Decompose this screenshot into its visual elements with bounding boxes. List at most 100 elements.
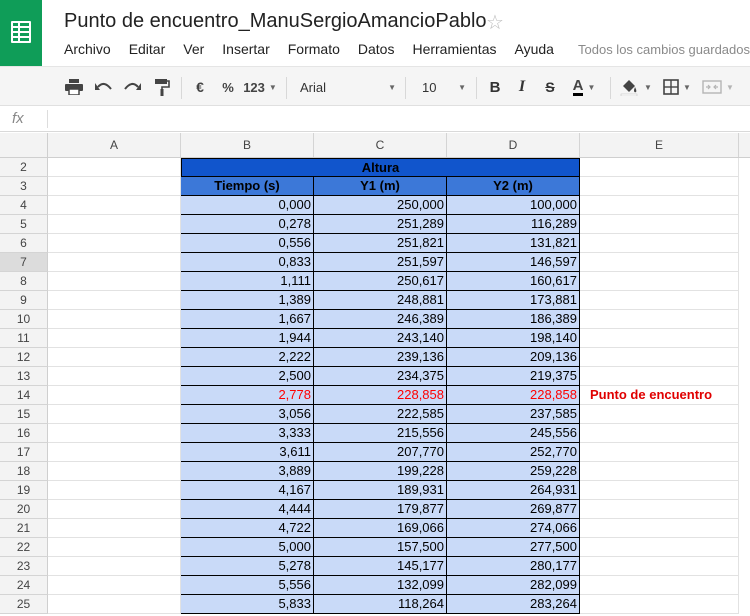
table-cell[interactable]: 132,099 (314, 576, 447, 595)
table-cell[interactable]: 3,611 (181, 443, 314, 462)
menu-formato[interactable]: Formato (288, 41, 340, 59)
print-icon[interactable] (62, 75, 86, 99)
column-title[interactable]: Y1 (m) (314, 177, 447, 196)
row-header[interactable]: 18 (0, 462, 48, 481)
cell-a25[interactable] (48, 595, 181, 614)
bold-button[interactable]: B (485, 75, 505, 99)
font-size-select[interactable]: 10 ▼ (422, 75, 466, 99)
save-status[interactable]: Todos los cambios guardados (578, 42, 750, 57)
row-header[interactable]: 7 (0, 253, 48, 272)
table-cell[interactable]: 3,056 (181, 405, 314, 424)
table-cell[interactable]: 0,556 (181, 234, 314, 253)
column-title[interactable]: Y2 (m) (447, 177, 580, 196)
table-cell[interactable]: 228,858 (447, 386, 580, 405)
table-cell[interactable]: 277,500 (447, 538, 580, 557)
table-cell[interactable]: 239,136 (314, 348, 447, 367)
cell-e10[interactable] (580, 310, 739, 329)
font-family-select[interactable]: Arial ▼ (300, 75, 396, 99)
cell-e15[interactable] (580, 405, 739, 424)
table-cell[interactable]: 169,066 (314, 519, 447, 538)
table-cell[interactable]: 246,389 (314, 310, 447, 329)
cell-e24[interactable] (580, 576, 739, 595)
merge-cells-button[interactable]: ▼ (698, 75, 738, 99)
cell-e20[interactable] (580, 500, 739, 519)
table-cell[interactable]: 259,228 (447, 462, 580, 481)
table-cell[interactable]: 1,944 (181, 329, 314, 348)
cell-a21[interactable] (48, 519, 181, 538)
row-header[interactable]: 2 (0, 158, 48, 177)
row-header[interactable]: 13 (0, 367, 48, 386)
table-cell[interactable]: 3,889 (181, 462, 314, 481)
cell-e13[interactable] (580, 367, 739, 386)
cell-a5[interactable] (48, 215, 181, 234)
row-header[interactable]: 6 (0, 234, 48, 253)
column-title[interactable]: Tiempo (s) (181, 177, 314, 196)
table-cell[interactable]: 219,375 (447, 367, 580, 386)
menu-herramientas[interactable]: Herramientas (412, 41, 496, 59)
cell-a18[interactable] (48, 462, 181, 481)
cell-a3[interactable] (48, 177, 181, 196)
table-cell[interactable]: 222,585 (314, 405, 447, 424)
more-formats-button[interactable]: 123 ▼ (243, 75, 277, 99)
table-cell[interactable]: 282,099 (447, 576, 580, 595)
row-header[interactable]: 12 (0, 348, 48, 367)
row-header[interactable]: 23 (0, 557, 48, 576)
row-header[interactable]: 3 (0, 177, 48, 196)
table-cell[interactable]: 145,177 (314, 557, 447, 576)
document-title[interactable]: Punto de encuentro_ManuSergioAmancioPabl… (64, 10, 487, 33)
row-header[interactable]: 24 (0, 576, 48, 595)
table-cell[interactable]: 250,617 (314, 272, 447, 291)
table-cell[interactable]: 274,066 (447, 519, 580, 538)
table-cell[interactable]: 179,877 (314, 500, 447, 519)
table-cell[interactable]: 198,140 (447, 329, 580, 348)
table-cell[interactable]: 1,667 (181, 310, 314, 329)
column-header-a[interactable]: A (48, 133, 181, 157)
table-cell[interactable]: 207,770 (314, 443, 447, 462)
altura-header[interactable]: Altura (181, 158, 580, 177)
column-header-b[interactable]: B (181, 133, 314, 157)
table-cell[interactable]: 269,877 (447, 500, 580, 519)
table-cell[interactable]: 252,770 (447, 443, 580, 462)
cell-a8[interactable] (48, 272, 181, 291)
table-cell[interactable]: 0,833 (181, 253, 314, 272)
table-cell[interactable]: 5,278 (181, 557, 314, 576)
table-cell[interactable]: 199,228 (314, 462, 447, 481)
cell-e22[interactable] (580, 538, 739, 557)
text-color-button[interactable]: A ▼ (566, 75, 602, 99)
cell-a10[interactable] (48, 310, 181, 329)
cell-a9[interactable] (48, 291, 181, 310)
table-cell[interactable]: 248,881 (314, 291, 447, 310)
cell-a7[interactable] (48, 253, 181, 272)
cell-e25[interactable] (580, 595, 739, 614)
percent-format-button[interactable]: % (218, 75, 238, 99)
cell-e3[interactable] (580, 177, 739, 196)
menu-insertar[interactable]: Insertar (222, 41, 269, 59)
cell-a14[interactable] (48, 386, 181, 405)
cell-e14[interactable]: Punto de encuentro (580, 386, 739, 405)
table-cell[interactable]: 251,597 (314, 253, 447, 272)
row-header[interactable]: 25 (0, 595, 48, 614)
cell-a22[interactable] (48, 538, 181, 557)
table-cell[interactable]: 118,264 (314, 595, 447, 614)
table-cell[interactable]: 228,858 (314, 386, 447, 405)
table-cell[interactable]: 4,722 (181, 519, 314, 538)
row-header[interactable]: 17 (0, 443, 48, 462)
row-header[interactable]: 14 (0, 386, 48, 405)
table-cell[interactable]: 157,500 (314, 538, 447, 557)
column-header-d[interactable]: D (447, 133, 580, 157)
cell-e8[interactable] (580, 272, 739, 291)
row-header[interactable]: 19 (0, 481, 48, 500)
strikethrough-button[interactable]: S (540, 75, 560, 99)
cell-a19[interactable] (48, 481, 181, 500)
table-cell[interactable]: 4,444 (181, 500, 314, 519)
menu-archivo[interactable]: Archivo (64, 41, 111, 59)
table-cell[interactable]: 131,821 (447, 234, 580, 253)
row-header[interactable]: 4 (0, 196, 48, 215)
fill-color-button[interactable]: ▼ (618, 75, 654, 99)
table-cell[interactable]: 251,821 (314, 234, 447, 253)
table-cell[interactable]: 0,278 (181, 215, 314, 234)
column-header-e[interactable]: E (580, 133, 739, 157)
table-cell[interactable]: 100,000 (447, 196, 580, 215)
table-cell[interactable]: 250,000 (314, 196, 447, 215)
table-cell[interactable]: 234,375 (314, 367, 447, 386)
